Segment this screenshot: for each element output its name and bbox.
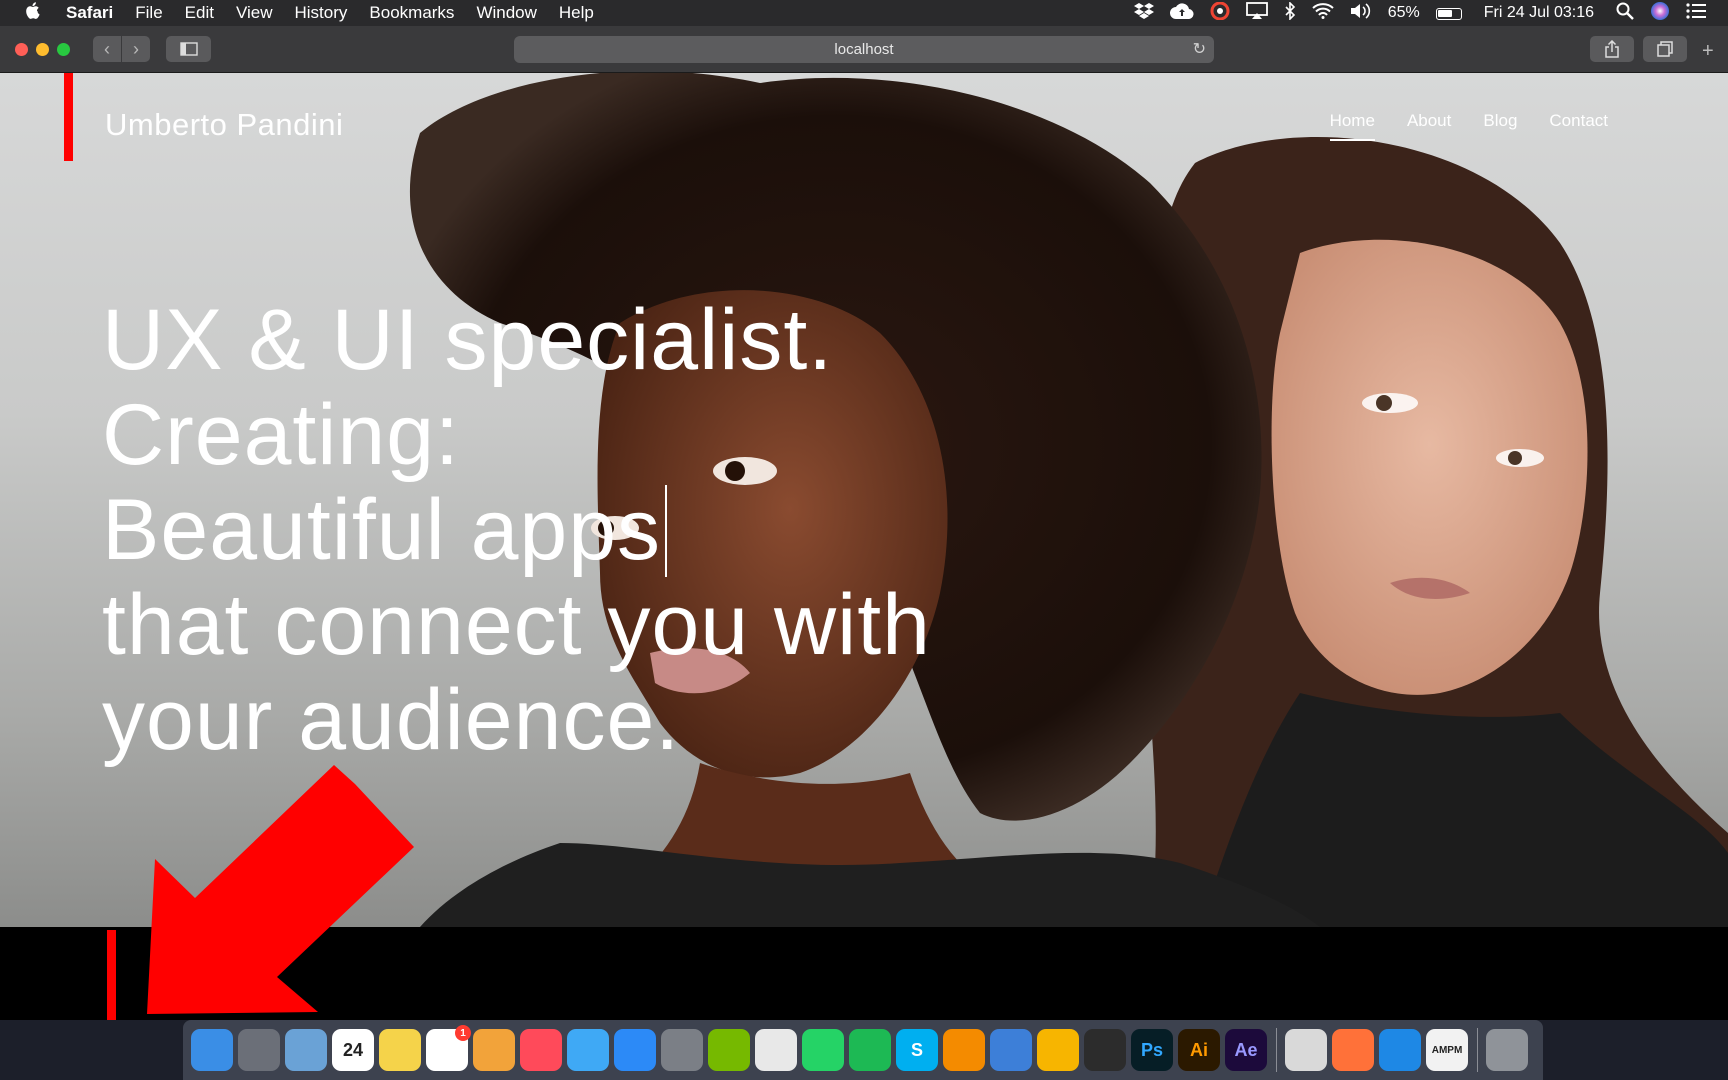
menu-bookmarks[interactable]: Bookmarks <box>369 3 454 23</box>
calendar-icon[interactable]: 24 <box>332 1029 374 1071</box>
share-button[interactable] <box>1590 36 1634 62</box>
minimize-window-button[interactable] <box>36 43 49 56</box>
nvidia-icon[interactable] <box>708 1029 750 1071</box>
battery-percent: 65% <box>1387 4 1420 21</box>
menu-history[interactable]: History <box>295 3 348 23</box>
menu-help[interactable]: Help <box>559 3 594 23</box>
brand-accent-bar <box>64 73 73 161</box>
illustrator-icon[interactable]: Ai <box>1178 1029 1220 1071</box>
wifi-icon[interactable] <box>1312 3 1334 23</box>
notes-icon[interactable] <box>379 1029 421 1071</box>
creative-cloud-icon[interactable] <box>1210 1 1230 24</box>
sidebar-icon <box>179 42 198 56</box>
dock-separator <box>1276 1028 1277 1072</box>
new-tab-button[interactable]: + <box>1702 40 1714 63</box>
nav-contact[interactable]: Contact <box>1549 111 1608 141</box>
siri-icon[interactable] <box>1650 1 1670 25</box>
headline-line: UX & UI specialist. <box>102 292 834 388</box>
safari-window: ‹ › localhost ↻ + Umberto Pandini Home A… <box>0 26 1728 1020</box>
firefox-icon[interactable] <box>1332 1029 1374 1071</box>
photoshop-icon[interactable]: Ps <box>1131 1029 1173 1071</box>
back-button[interactable]: ‹ <box>93 36 121 62</box>
web-content: Umberto Pandini Home About Blog Contact … <box>0 73 1728 1020</box>
url-text: localhost <box>834 41 894 58</box>
site-brand[interactable]: Umberto Pandini <box>105 107 343 143</box>
share-icon <box>1605 40 1619 58</box>
chrome-icon[interactable] <box>755 1029 797 1071</box>
mail-icon[interactable] <box>990 1029 1032 1071</box>
forward-icon: › <box>133 38 139 59</box>
news-icon[interactable] <box>520 1029 562 1071</box>
skype-icon[interactable]: S <box>896 1029 938 1071</box>
show-tabs-button[interactable] <box>1643 36 1687 62</box>
typing-caret <box>665 485 668 577</box>
sidebar-toggle-button[interactable] <box>166 36 211 62</box>
notification-center-icon[interactable] <box>1686 3 1706 23</box>
footer-strip <box>0 927 1728 1020</box>
whatsapp-icon[interactable] <box>802 1029 844 1071</box>
figma-icon[interactable] <box>1084 1029 1126 1071</box>
hero-section: Umberto Pandini Home About Blog Contact … <box>0 73 1728 927</box>
back-icon: ‹ <box>104 38 110 59</box>
notification-badge: 1 <box>455 1025 471 1041</box>
reminders-icon[interactable]: 1 <box>426 1025 471 1071</box>
menu-bar: Safari File Edit View History Bookmarks … <box>0 0 1728 26</box>
battery-icon[interactable] <box>1435 5 1462 22</box>
photos-icon[interactable] <box>473 1029 515 1071</box>
app-store-icon[interactable] <box>614 1029 656 1071</box>
trash-icon[interactable] <box>1486 1029 1528 1071</box>
close-window-button[interactable] <box>15 43 28 56</box>
safari-icon[interactable] <box>1379 1029 1421 1071</box>
after-effects-icon[interactable]: Ae <box>1225 1029 1267 1071</box>
volume-icon[interactable] <box>1350 3 1372 23</box>
menu-edit[interactable]: Edit <box>185 3 214 23</box>
menubar-clock[interactable]: Fri 24 Jul 03:16 <box>1484 4 1594 22</box>
menu-file[interactable]: File <box>135 3 162 23</box>
dock-separator <box>1477 1028 1478 1072</box>
vlc-icon[interactable] <box>943 1029 985 1071</box>
airplay-icon[interactable] <box>1245 2 1268 24</box>
spotify-icon[interactable] <box>849 1029 891 1071</box>
site-nav: Home About Blog Contact <box>1298 111 1608 141</box>
nav-blog[interactable]: Blog <box>1483 111 1517 141</box>
headline-line: Beautiful apps <box>102 482 662 578</box>
sketch-icon[interactable] <box>1037 1029 1079 1071</box>
dock: 24 1 S Ps Ai Ae AMPM <box>183 1020 1543 1080</box>
spotlight-icon[interactable] <box>1616 2 1634 24</box>
dropbox-icon[interactable] <box>1133 3 1154 23</box>
nav-about[interactable]: About <box>1407 111 1451 141</box>
footer-accent-bar <box>107 930 116 1020</box>
zoom-window-button[interactable] <box>57 43 70 56</box>
forward-button[interactable]: › <box>122 36 150 62</box>
cloud-upload-icon[interactable] <box>1169 3 1194 23</box>
reload-icon[interactable]: ↻ <box>1193 39 1206 59</box>
bluetooth-icon[interactable] <box>1284 1 1296 24</box>
sequel-pro-icon[interactable] <box>1285 1029 1327 1071</box>
apple-menu-icon[interactable] <box>24 1 48 26</box>
headline-line: that connect you with <box>102 577 931 673</box>
messages-icon[interactable] <box>567 1029 609 1071</box>
system-preferences-icon[interactable] <box>661 1029 703 1071</box>
address-bar[interactable]: localhost ↻ <box>514 36 1214 63</box>
menu-app-name[interactable]: Safari <box>66 3 113 23</box>
menu-window[interactable]: Window <box>476 3 536 23</box>
headline-line: your audience. <box>102 672 681 768</box>
finder-icon[interactable] <box>191 1029 233 1071</box>
hero-headline: UX & UI specialist. Creating: Beautiful … <box>102 293 1202 768</box>
menu-view[interactable]: View <box>236 3 273 23</box>
ampm-icon[interactable]: AMPM <box>1426 1029 1468 1071</box>
tabs-icon <box>1657 41 1673 57</box>
nav-home[interactable]: Home <box>1329 111 1376 141</box>
headline-line: Creating: <box>102 387 460 483</box>
preview-icon[interactable] <box>285 1029 327 1071</box>
launchpad-icon[interactable] <box>238 1029 280 1071</box>
browser-toolbar: ‹ › localhost ↻ + <box>0 26 1728 73</box>
